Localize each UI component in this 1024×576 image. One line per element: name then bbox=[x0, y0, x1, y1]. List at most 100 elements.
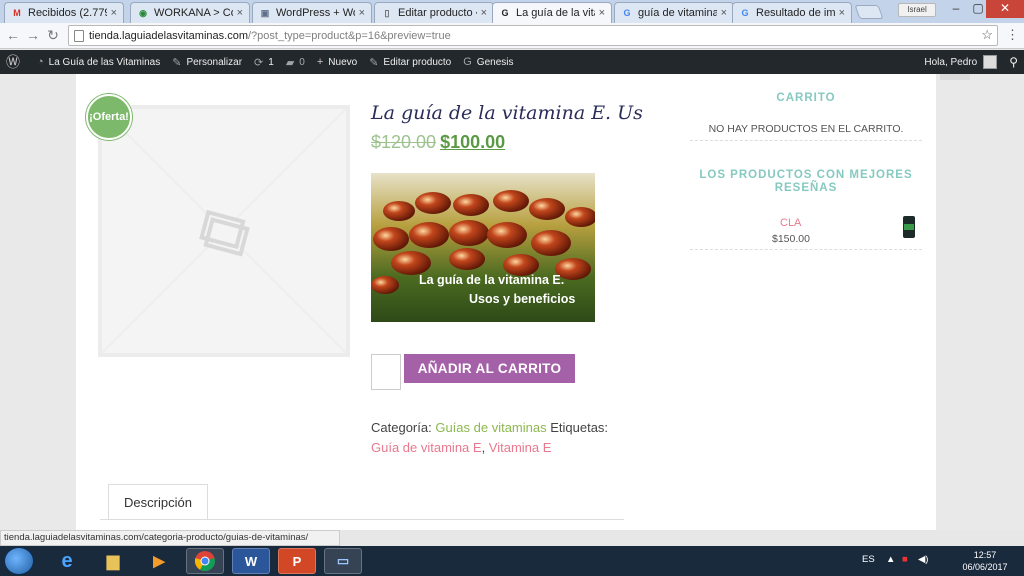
image-icon: ▣ bbox=[260, 7, 270, 18]
browser-tab-title: Recibidos (2.779) bbox=[28, 7, 107, 19]
cart-widget-title: CARRITO bbox=[776, 92, 836, 104]
updates-count: 1 bbox=[268, 56, 274, 68]
account-menu[interactable]: Hola, Pedro bbox=[918, 50, 1003, 74]
new-tab-button[interactable] bbox=[854, 5, 884, 19]
comments-link[interactable]: ▰ 0 bbox=[280, 50, 311, 74]
tags-label: Etiquetas: bbox=[546, 420, 609, 435]
close-tab-icon[interactable]: × bbox=[839, 7, 845, 19]
product-meta: Categoría: Guías de vitaminas Etiquetas:… bbox=[371, 418, 631, 458]
admin-search-button[interactable]: ⚲ bbox=[1003, 50, 1024, 74]
cart-empty-text: NO HAY PRODUCTOS EN EL CARRITO. bbox=[708, 123, 904, 135]
browser-tab-title: WordPress + Woo bbox=[276, 7, 355, 19]
category-link[interactable]: Guías de vitaminas bbox=[435, 420, 546, 435]
genesis-label: Genesis bbox=[476, 56, 514, 68]
system-clock[interactable]: 12:57 06/06/2017 bbox=[960, 549, 1010, 573]
wordpress-logo-button[interactable]: Ⓦ bbox=[0, 50, 31, 74]
chrome-menu-icon[interactable]: ⋮ bbox=[1006, 27, 1019, 43]
top-rated-title-line-2: RESEÑAS bbox=[774, 182, 838, 194]
genesis-link[interactable]: G Genesis bbox=[457, 50, 519, 74]
image-caption-line-2: Usos y beneficios bbox=[469, 292, 576, 306]
gmail-icon: M bbox=[13, 8, 21, 18]
product-image[interactable]: La guía de la vitamina E. Usos y benefic… bbox=[371, 173, 595, 322]
url-host: tienda.laguiadelasvitaminas.com bbox=[89, 29, 248, 42]
tab-description[interactable]: Descripción bbox=[108, 484, 208, 520]
file-explorer-icon[interactable]: ▆ bbox=[94, 548, 132, 574]
header-stripe bbox=[940, 74, 970, 80]
clock-time: 12:57 bbox=[973, 550, 997, 560]
browser-tab[interactable]: ▣ WordPress + Woo × bbox=[252, 2, 372, 23]
product-page: ¡Oferta! La guía de la vitamina E. Us $1… bbox=[76, 74, 936, 530]
widget-divider bbox=[690, 249, 922, 250]
browser-tab-title: WORKANA > Cont bbox=[154, 7, 233, 19]
browser-tab-title: guía de vitaminas bbox=[638, 7, 717, 19]
minimize-button[interactable]: – bbox=[944, 0, 968, 18]
powerpoint-icon[interactable]: P bbox=[278, 548, 316, 574]
browser-tab[interactable]: ▯ Editar producto ‹ L × bbox=[374, 2, 494, 23]
close-tab-icon[interactable]: × bbox=[237, 7, 243, 19]
product-title: La guía de la vitamina E. Us bbox=[371, 102, 643, 124]
top-rated-title-line-1: LOS PRODUCTOS CON MEJORES bbox=[699, 169, 913, 181]
product-placeholder-image[interactable] bbox=[98, 105, 350, 357]
clock-date: 06/06/2017 bbox=[962, 562, 1008, 572]
edit-product-link[interactable]: ✎ Editar producto bbox=[363, 50, 457, 74]
chrome-icon: ◉ bbox=[139, 7, 147, 18]
close-tab-icon[interactable]: × bbox=[599, 7, 605, 19]
tray-alert-icon[interactable]: ■ bbox=[902, 554, 908, 565]
language-indicator[interactable]: ES bbox=[862, 554, 875, 565]
comment-icon: ▰ bbox=[285, 56, 295, 69]
wordpress-icon: Ⓦ bbox=[6, 54, 20, 70]
add-to-cart-button[interactable]: AÑADIR AL CARRITO bbox=[404, 354, 575, 383]
browser-tab[interactable]: Gguía de vitaminas × bbox=[614, 2, 734, 23]
quantity-input[interactable] bbox=[371, 354, 401, 390]
profile-button[interactable]: Israel bbox=[898, 3, 936, 17]
word-icon[interactable]: W bbox=[232, 548, 270, 574]
back-button[interactable]: ← bbox=[4, 27, 22, 43]
top-product-thumbnail[interactable] bbox=[903, 216, 915, 238]
page-info-icon[interactable] bbox=[74, 30, 84, 42]
volume-icon[interactable]: ◀) bbox=[918, 554, 928, 565]
bookmark-star-icon[interactable]: ☆ bbox=[981, 27, 993, 43]
customize-link[interactable]: ✎ Personalizar bbox=[166, 50, 248, 74]
tag-link-vitamina-e[interactable]: Vitamina E bbox=[489, 440, 552, 455]
forward-button[interactable]: → bbox=[24, 27, 42, 43]
updates-icon: ⟳ bbox=[254, 56, 264, 69]
brush-icon: ✎ bbox=[172, 56, 182, 69]
media-player-icon[interactable]: ▶ bbox=[140, 548, 178, 574]
updates-link[interactable]: ⟳ 1 bbox=[248, 50, 280, 74]
close-window-button[interactable]: ✕ bbox=[986, 0, 1024, 18]
wp-admin-bar: Ⓦ ◔ La Guía de las Vitaminas ✎ Personaliza… bbox=[0, 50, 1024, 74]
chrome-taskbar-icon[interactable] bbox=[186, 548, 224, 574]
greeting-label: Hola, Pedro bbox=[924, 56, 978, 68]
edit-product-label: Editar producto bbox=[383, 56, 452, 68]
internet-explorer-icon[interactable]: e bbox=[48, 548, 86, 574]
tag-separator: , bbox=[481, 440, 489, 455]
tag-link-vitamina-e-guide[interactable]: Guía de vitamina E bbox=[371, 440, 482, 455]
plus-icon: + bbox=[316, 56, 324, 68]
browser-tab[interactable]: ◉ WORKANA > Cont × bbox=[130, 2, 250, 23]
image-caption-line-1: La guía de la vitamina E. bbox=[419, 273, 565, 287]
site-name-link[interactable]: ◔ La Guía de las Vitaminas bbox=[31, 50, 166, 74]
browser-tab-title: Resultado de imág bbox=[756, 7, 835, 19]
new-content-link[interactable]: + Nuevo bbox=[311, 50, 363, 74]
reload-button[interactable]: ↻ bbox=[44, 27, 62, 44]
dashboard-icon: ◔ bbox=[37, 56, 44, 68]
browser-tab[interactable]: G Resultado de imág × bbox=[732, 2, 852, 23]
start-button[interactable] bbox=[4, 547, 34, 575]
google-icon: G bbox=[623, 8, 631, 18]
widget-divider bbox=[690, 140, 922, 141]
browser-tab-title: La guía de la vitam bbox=[516, 7, 595, 19]
browser-tab[interactable]: M Recibidos (2.779) × bbox=[4, 2, 124, 23]
browser-tab[interactable]: G La guía de la vitam × bbox=[492, 2, 612, 23]
tray-expand-icon[interactable]: ▲ bbox=[886, 554, 895, 565]
close-tab-icon[interactable]: × bbox=[111, 7, 117, 19]
close-tab-icon[interactable]: × bbox=[721, 7, 727, 19]
genesis-icon: G bbox=[463, 56, 472, 68]
regular-price: $120.00 bbox=[371, 132, 437, 152]
status-bar-url: tienda.laguiadelasvitaminas.com/categori… bbox=[0, 530, 340, 546]
close-tab-icon[interactable]: × bbox=[481, 7, 487, 19]
top-product-link[interactable]: CLA bbox=[780, 217, 801, 229]
sale-price: $100.00 bbox=[440, 132, 506, 152]
url-input[interactable]: tienda.laguiadelasvitaminas.com/?post_ty… bbox=[68, 25, 998, 46]
window-app-icon[interactable]: ▭ bbox=[324, 548, 362, 574]
close-tab-icon[interactable]: × bbox=[359, 7, 365, 19]
